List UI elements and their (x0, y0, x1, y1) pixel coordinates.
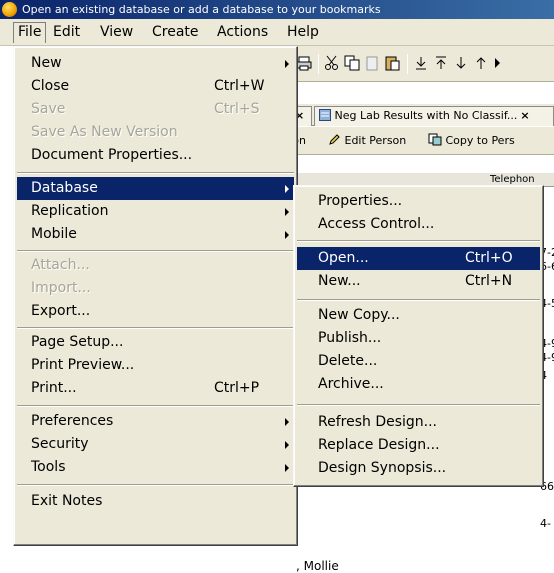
menu-item-save-as-new-version: Save As New Version (31, 124, 178, 140)
close-tab-icon[interactable]: × (520, 109, 529, 122)
menu-item-tools[interactable]: Tools (17, 456, 294, 479)
menu-item-export[interactable]: Export... (17, 300, 294, 323)
person-name-fragment: , Mollie (296, 559, 339, 573)
action-edit-person-label: Edit Person (344, 134, 407, 147)
submenu-arrow-icon (285, 60, 289, 68)
database-submenu: Properties... Access Control... Open... C… (293, 185, 544, 487)
view-icon (319, 109, 331, 121)
paste-icon[interactable] (384, 55, 400, 71)
menu-item-page-setup[interactable]: Page Setup... (17, 331, 294, 354)
copy-person-icon (428, 133, 442, 146)
menu-item-open[interactable]: Open... Ctrl+O (297, 247, 540, 270)
toolbar-more-icon[interactable] (490, 55, 506, 71)
menu-item-mobile[interactable]: Mobile (17, 223, 294, 246)
menu-item-database[interactable]: Database (17, 177, 294, 200)
menu-help[interactable]: Help (283, 22, 323, 43)
action-bar: rson Edit Person Copy to Pers (280, 127, 554, 155)
submenu-arrow-icon (285, 231, 289, 239)
menu-item-close[interactable]: Close Ctrl+W (17, 75, 294, 98)
menu-item-delete[interactable]: Delete... (297, 350, 540, 373)
toolbar (280, 46, 554, 82)
action-edit-person[interactable]: Edit Person (328, 127, 406, 155)
menu-file[interactable]: File (13, 22, 47, 43)
submenu-arrow-icon (285, 208, 289, 216)
menu-separator (17, 327, 294, 329)
window-title: Open an existing database or add a datab… (22, 3, 381, 16)
menu-item-attach: Attach... (31, 257, 90, 273)
arrow-up-icon[interactable] (473, 55, 489, 71)
arrow-down-icon[interactable] (453, 55, 469, 71)
menu-separator (17, 250, 294, 252)
menu-separator (17, 172, 294, 174)
menu-view[interactable]: View (96, 22, 137, 43)
menu-item-preferences[interactable]: Preferences (17, 410, 294, 433)
menu-separator (17, 484, 294, 486)
menu-item-new-database[interactable]: New... Ctrl+N (297, 270, 540, 293)
menu-item-new-copy[interactable]: New Copy... (297, 304, 540, 327)
file-menu: New Close Ctrl+W Save Ctrl+S Save As New V… (13, 46, 298, 546)
menu-item-security[interactable]: Security (17, 433, 294, 456)
menu-item-publish[interactable]: Publish... (297, 327, 540, 350)
cut-icon[interactable] (324, 55, 340, 71)
menu-create[interactable]: Create (148, 22, 203, 43)
tab-neg-lab-results-label: Neg Lab Results with No Classif... (334, 109, 518, 122)
menu-edit[interactable]: Edit (49, 22, 84, 43)
submenu-arrow-icon (285, 464, 289, 472)
menu-item-new[interactable]: New (17, 52, 294, 75)
menu-item-archive[interactable]: Archive... (297, 373, 540, 396)
menu-item-properties[interactable]: Properties... (297, 190, 540, 213)
menu-item-document-properties[interactable]: Document Properties... (17, 144, 294, 167)
menu-item-exit-notes[interactable]: Exit Notes (17, 490, 294, 513)
submenu-arrow-icon (285, 185, 289, 193)
menu-bar: File Edit View Create Actions Help (0, 19, 554, 46)
submenu-arrow-icon (285, 441, 289, 449)
menu-item-design-synopsis[interactable]: Design Synopsis... (297, 457, 540, 480)
menu-separator (297, 299, 540, 301)
copy-icon[interactable] (344, 55, 360, 71)
menu-separator (297, 240, 540, 242)
menu-item-access-control[interactable]: Access Control... (297, 213, 540, 236)
menu-item-replace-design[interactable]: Replace Design... (297, 434, 540, 457)
print-icon[interactable] (296, 55, 312, 71)
action-copy-to-person[interactable]: Copy to Pers (428, 127, 515, 155)
menu-item-print-preview[interactable]: Print Preview... (17, 354, 294, 377)
lotus-notes-app-icon (2, 2, 17, 17)
arrow-up-bar-icon[interactable] (433, 55, 449, 71)
tab-neg-lab-results[interactable]: Neg Lab Results with No Classif... × (314, 106, 554, 126)
title-bar: Open an existing database or add a datab… (0, 0, 554, 19)
action-copy-to-person-label: Copy to Pers (445, 134, 515, 147)
menu-separator (297, 404, 540, 406)
menu-item-import: Import... (31, 280, 91, 296)
menu-actions[interactable]: Actions (213, 22, 272, 43)
menu-item-save: Save Ctrl+S (31, 101, 260, 117)
menu-separator (17, 405, 294, 407)
arrow-down-bar-icon[interactable] (413, 55, 429, 71)
menu-item-refresh-design[interactable]: Refresh Design... (297, 411, 540, 434)
menu-item-print[interactable]: Print... Ctrl+P (17, 377, 294, 400)
paste-disabled-icon[interactable] (364, 55, 380, 71)
telephone-fragment: 4- (540, 517, 551, 530)
pencil-icon (329, 134, 340, 145)
submenu-arrow-icon (285, 418, 289, 426)
menu-item-replication[interactable]: Replication (17, 200, 294, 223)
tab-strip: n× Neg Lab Results with No Classif...× (280, 104, 554, 126)
